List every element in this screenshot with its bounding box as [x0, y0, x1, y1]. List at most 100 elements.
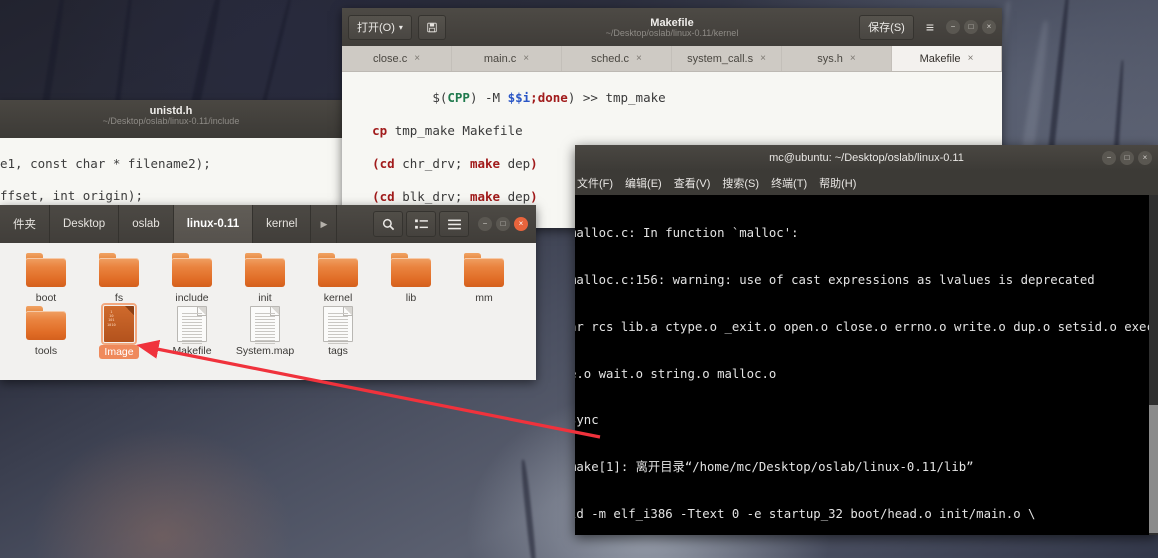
- menu-icon[interactable]: [439, 211, 469, 237]
- file-item-image[interactable]: 1101011010 Image: [85, 304, 153, 359]
- terminal-window-buttons[interactable]: − □ ×: [1102, 151, 1152, 165]
- terminal-line: e.o wait.o string.o malloc.o: [575, 367, 1158, 383]
- breadcrumb-oslab[interactable]: oslab: [119, 205, 174, 243]
- terminal-window[interactable]: mc@ubuntu: ~/Desktop/oslab/linux-0.11 − …: [575, 145, 1158, 535]
- tab-close-icon[interactable]: ×: [636, 53, 642, 64]
- tab-close-icon[interactable]: ×: [414, 53, 420, 64]
- binary-file-icon: 1101011010: [96, 304, 142, 342]
- gedit-tab-bar[interactable]: close.c × main.c × sched.c × system_call…: [342, 46, 1002, 72]
- breadcrumb[interactable]: 件夹 Desktop oslab linux-0.11 kernel ▶: [0, 205, 337, 243]
- breadcrumb-linux-0-11[interactable]: linux-0.11: [174, 205, 253, 243]
- file-item-init[interactable]: init: [231, 251, 299, 304]
- tab-label: sys.h: [817, 53, 843, 65]
- breadcrumb-home[interactable]: 件夹: [0, 205, 50, 243]
- menu-help[interactable]: 帮助(H): [819, 175, 856, 191]
- tab-makefile[interactable]: Makefile ×: [892, 46, 1002, 71]
- tab-label: sched.c: [591, 53, 629, 65]
- terminal-titlebar[interactable]: mc@ubuntu: ~/Desktop/oslab/linux-0.11 − …: [575, 145, 1158, 171]
- maximize-icon[interactable]: □: [1120, 151, 1134, 165]
- folder-icon: [461, 251, 507, 289]
- hamburger-menu-icon[interactable]: ≡: [920, 19, 940, 35]
- menu-search[interactable]: 搜索(S): [722, 175, 759, 191]
- tab-label: Makefile: [920, 53, 961, 65]
- search-glyph: [382, 218, 395, 231]
- tab-close-c[interactable]: close.c ×: [342, 46, 452, 71]
- menu-terminal[interactable]: 终端(T): [771, 175, 807, 191]
- gedit-headerbar[interactable]: 打开(O) ▾ Makefile ~/Desktop/oslab/linux-0…: [342, 8, 1002, 46]
- terminal-line: malloc.c:156: warning: use of cast expre…: [575, 273, 1158, 289]
- menu-view[interactable]: 查看(V): [674, 175, 711, 191]
- terminal-scrollbar[interactable]: [1149, 195, 1158, 535]
- file-manager-window-buttons[interactable]: − □ ×: [478, 217, 528, 231]
- file-item-tools[interactable]: tools: [12, 304, 80, 359]
- tab-close-icon[interactable]: ×: [760, 53, 766, 64]
- open-button[interactable]: 打开(O) ▾: [348, 15, 412, 40]
- tab-close-icon[interactable]: ×: [968, 53, 974, 64]
- file-item-tags[interactable]: tags: [304, 304, 372, 359]
- tab-close-icon[interactable]: ×: [523, 53, 529, 64]
- file-label: Makefile: [172, 345, 211, 357]
- scrollbar-thumb[interactable]: [1149, 405, 1158, 533]
- file-label: System.map: [236, 345, 294, 357]
- maximize-icon[interactable]: □: [496, 217, 510, 231]
- tab-close-icon[interactable]: ×: [850, 53, 856, 64]
- folder-icon: [388, 251, 434, 289]
- menu-edit[interactable]: 编辑(E): [625, 175, 662, 191]
- minimize-icon[interactable]: −: [1102, 151, 1116, 165]
- file-label: lib: [406, 292, 417, 304]
- save-button-label: 保存(S): [868, 19, 905, 35]
- search-icon[interactable]: [373, 211, 403, 237]
- unistd-header-window[interactable]: unistd.h ~/Desktop/oslab/linux-0.11/incl…: [0, 100, 342, 210]
- folder-icon: [23, 251, 69, 289]
- minimize-icon[interactable]: −: [946, 20, 960, 34]
- document-icon: [242, 304, 288, 342]
- save-button[interactable]: 保存(S): [859, 15, 914, 40]
- terminal-line: ar rcs lib.a ctype.o _exit.o open.o clos…: [575, 320, 1158, 336]
- tab-label: main.c: [484, 53, 516, 65]
- terminal-output[interactable]: malloc.c: In function `malloc': malloc.c…: [575, 195, 1158, 535]
- file-item-makefile[interactable]: Makefile: [158, 304, 226, 359]
- menu-file[interactable]: 文件(F): [577, 175, 613, 191]
- tab-main-c[interactable]: main.c ×: [452, 46, 562, 71]
- maximize-icon[interactable]: □: [964, 20, 978, 34]
- view-toggle-icon[interactable]: [406, 211, 436, 237]
- unistd-code-area[interactable]: e1, const char * filename2); ffset, int …: [0, 138, 342, 210]
- file-label: mm: [475, 292, 493, 304]
- file-item-system-map[interactable]: System.map: [231, 304, 299, 359]
- gedit-window-buttons[interactable]: − □ ×: [946, 20, 996, 34]
- tab-label: close.c: [373, 53, 407, 65]
- close-icon[interactable]: ×: [982, 20, 996, 34]
- folder-icon: [315, 251, 361, 289]
- file-manager-tool-buttons[interactable]: − □ ×: [371, 211, 532, 237]
- terminal-menubar[interactable]: 文件(F) 编辑(E) 查看(V) 搜索(S) 终端(T) 帮助(H): [575, 171, 1158, 195]
- tab-system-call-s[interactable]: system_call.s ×: [672, 46, 782, 71]
- file-label: tags: [328, 345, 348, 357]
- breadcrumb-overflow-arrow-icon[interactable]: ▶: [311, 205, 337, 243]
- close-icon[interactable]: ×: [514, 217, 528, 231]
- file-label: boot: [36, 292, 56, 304]
- close-icon[interactable]: ×: [1138, 151, 1152, 165]
- file-item-lib[interactable]: lib: [377, 251, 445, 304]
- list-view-glyph: [415, 219, 428, 230]
- terminal-line: ld -m elf_i386 -Ttext 0 -e startup_32 bo…: [575, 507, 1158, 523]
- file-manager-window[interactable]: 件夹 Desktop oslab linux-0.11 kernel ▶: [0, 205, 536, 380]
- file-item-boot[interactable]: boot: [12, 251, 80, 304]
- file-manager-toolbar[interactable]: 件夹 Desktop oslab linux-0.11 kernel ▶: [0, 205, 536, 243]
- file-icon-grid[interactable]: boot fs include init kernel lib: [0, 243, 536, 380]
- tab-sched-c[interactable]: sched.c ×: [562, 46, 672, 71]
- file-item-include[interactable]: include: [158, 251, 226, 304]
- code-line: ffset, int origin);: [0, 188, 342, 204]
- terminal-line: sync: [575, 413, 1158, 429]
- document-icon: [315, 304, 361, 342]
- file-item-mm[interactable]: mm: [450, 251, 518, 304]
- tab-sys-h[interactable]: sys.h ×: [782, 46, 892, 71]
- unistd-titlebar[interactable]: unistd.h ~/Desktop/oslab/linux-0.11/incl…: [0, 100, 342, 138]
- document-icon: [169, 304, 215, 342]
- breadcrumb-desktop[interactable]: Desktop: [50, 205, 119, 243]
- minimize-icon[interactable]: −: [478, 217, 492, 231]
- breadcrumb-kernel[interactable]: kernel: [253, 205, 311, 243]
- file-item-fs[interactable]: fs: [85, 251, 153, 304]
- save-as-icon-button[interactable]: [418, 15, 446, 40]
- file-item-kernel[interactable]: kernel: [304, 251, 372, 304]
- folder-icon: [169, 251, 215, 289]
